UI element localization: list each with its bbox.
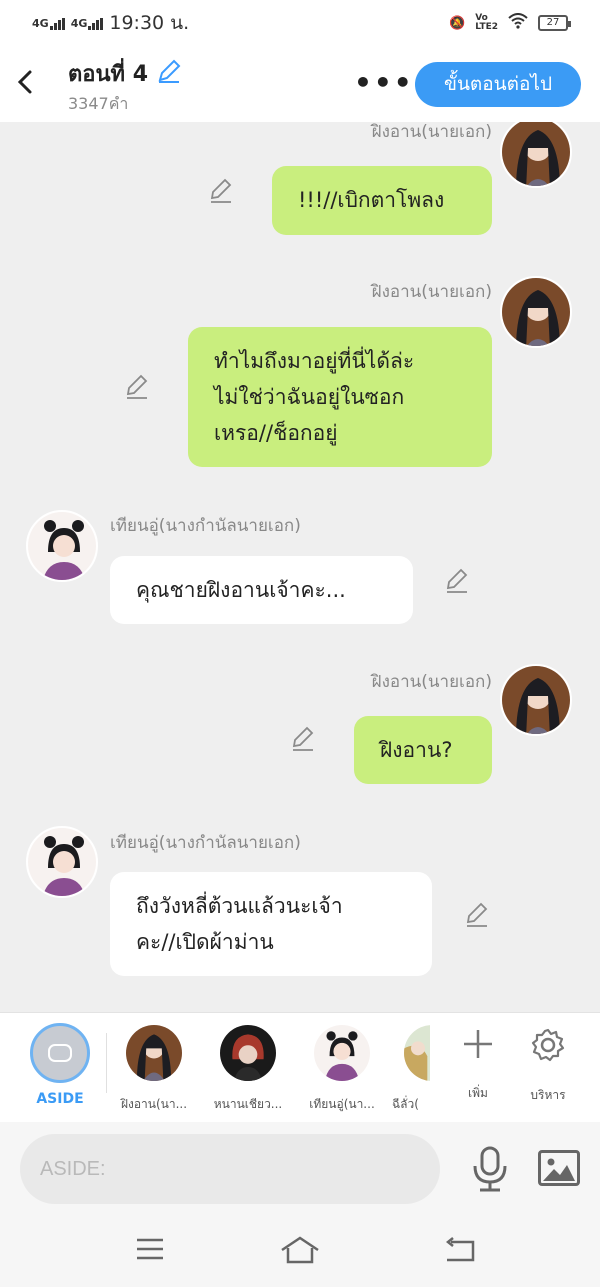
character-option[interactable]: ฉีลั่ว( [392,1025,430,1114]
edit-title-icon[interactable] [156,58,182,90]
character-option[interactable]: เทียนอู่(นา... [294,1025,390,1114]
aside-button[interactable] [30,1023,90,1083]
character-option[interactable]: หนานเชียว... [200,1025,296,1114]
chat-bubble-icon [48,1044,72,1062]
avatar[interactable] [26,826,98,898]
image-icon[interactable] [538,1150,580,1186]
edit-message-icon[interactable] [444,568,472,596]
character-label: หนานเชียว... [213,1097,283,1111]
message-bubble[interactable]: คุณชายฝิงอานเจ้าคะ... [110,556,413,624]
episode-title: ตอนที่ 4 [68,56,182,91]
edit-message-icon[interactable] [208,178,236,206]
menu-icon[interactable] [130,1236,170,1270]
character-label: ฝิงอาน(นา... [120,1097,188,1111]
next-step-button[interactable]: ขั้นตอนต่อไป [415,62,581,107]
character-label: ฉีลั่ว( [392,1097,419,1111]
message-bubble[interactable]: ถึงวังหลี่ต้วนแล้วนะเจ้า คะ//เปิดผ้าม่าน [110,872,432,976]
avatar [404,1025,430,1081]
microphone-icon[interactable] [470,1146,510,1192]
message-sender-name: ฝิงอาน(นายเอก) [371,122,492,142]
avatar[interactable] [500,276,572,348]
battery-icon: 27 [538,15,571,31]
signal-icon-2: 4G [71,17,104,30]
avatar[interactable] [26,510,98,582]
home-icon[interactable] [280,1236,320,1270]
message-sender-name: เทียนอู่(นางกำนัลนายเอก) [110,516,301,536]
back-nav-icon[interactable] [440,1236,480,1270]
header: ตอนที่ 4 3347คำ ••• ขั้นตอนต่อไป [0,46,600,122]
avatar [220,1025,276,1081]
edit-message-icon[interactable] [290,726,318,754]
bell-off-icon: 🔕 [449,15,466,31]
volte-icon: Vo LTE2 [475,13,498,32]
system-nav-bar [0,1222,600,1287]
chat-area: ฝิงอาน(นายเอก) !!!//เบิกตาโพลง ฝิงอาน(นา… [0,122,600,1012]
edit-message-icon[interactable] [464,902,492,930]
status-time: 19:30 น. [109,12,190,34]
gear-icon [518,1027,578,1072]
input-area [0,1122,600,1222]
message-input[interactable] [20,1134,440,1204]
wifi-icon [508,13,528,33]
add-label: เพิ่ม [468,1086,488,1100]
message-bubble[interactable]: !!!//เบิกตาโพลง [272,166,492,235]
status-bar: 4G 4G 19:30 น. 🔕 Vo LTE2 27 [0,0,600,46]
message-bubble[interactable]: ทำไมถึงมาอยู่ที่นี่ได้ล่ะ ไม่ใช่ว่าฉันอย… [188,327,492,467]
character-selector: ASIDE ฝิงอาน(นา... หนานเชียว... เทียนอู่… [0,1012,600,1122]
message-bubble[interactable]: ฝิงอาน? [354,716,492,784]
edit-message-icon[interactable] [124,374,152,402]
character-option[interactable]: ฝิงอาน(นา... [106,1025,202,1114]
character-label: เทียนอู่(นา... [309,1097,375,1111]
add-character-button[interactable]: เพิ่ม [448,1027,508,1103]
avatar[interactable] [500,122,572,188]
manage-button[interactable]: บริหาร [518,1027,578,1105]
word-count: 3347คำ [68,94,129,113]
more-options-icon[interactable]: ••• [354,66,414,99]
avatar[interactable] [500,664,572,736]
plus-icon [448,1027,508,1070]
message-sender-name: ฝิงอาน(นายเอก) [371,672,492,692]
signal-icon: 4G [32,17,65,30]
message-sender-name: ฝิงอาน(นายเอก) [371,282,492,302]
aside-label: ASIDE [36,1091,84,1107]
avatar [126,1025,182,1081]
manage-label: บริหาร [530,1088,566,1102]
avatar [314,1025,370,1081]
episode-title-text: ตอนที่ 4 [68,62,149,87]
message-sender-name: เทียนอู่(นางกำนัลนายเอก) [110,833,301,853]
back-icon[interactable] [14,64,42,100]
